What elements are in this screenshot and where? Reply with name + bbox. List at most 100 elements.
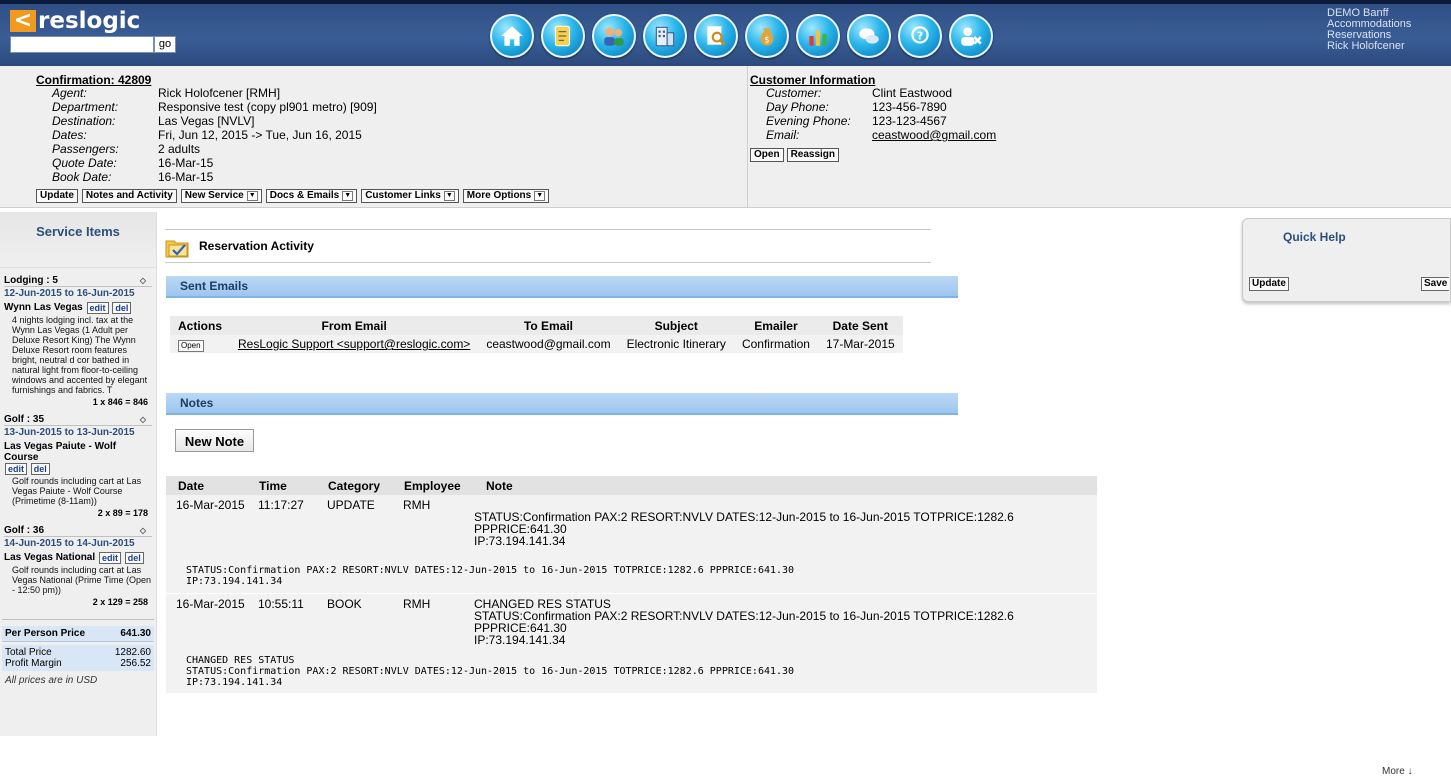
profit-margin-row: Profit Margin 256.52 [5,658,151,669]
more-options-dropdown[interactable]: More Options ▼ [462,189,550,203]
notes-activity-button[interactable]: Notes and Activity [81,189,177,203]
note-text: CHANGED RES STATUS STATUS:Confirmation P… [474,598,1097,646]
service-item-header[interactable]: Lodging : 5 ◇ [4,274,152,287]
column-header: To Email [478,316,619,335]
note-detail: CHANGED RES STATUS STATUS:Confirmation P… [166,655,1097,688]
collapse-icon[interactable]: ◇ [140,276,146,285]
reassign-button[interactable]: Reassign [786,148,840,162]
open-customer-button[interactable]: Open [750,148,784,162]
customer-panel: Customer Information Customer: Clint East… [748,66,1451,208]
customer-details: Customer: Clint Eastwood Day Phone: 123-45… [766,86,996,142]
del-button[interactable]: del [30,463,50,475]
quick-help-save-button[interactable]: Save [1421,277,1450,291]
edit-button[interactable]: edit [5,463,28,475]
table-row: 16-Mar-2015 10:55:11 BOOK RMH CHANGED RE… [166,598,1097,646]
note-detail-line: IP:73.194.141.34 [186,576,283,587]
chat-icon[interactable] [847,14,891,58]
new-service-dropdown[interactable]: New Service ▼ [180,189,262,203]
confirmation-toolbar: Update Notes and Activity New Service ▼ D… [36,189,550,203]
detail-dates: Dates: Fri, Jun 12, 2015 -> Tue, Jun 16, … [52,128,377,142]
service-item: Golf : 36 ◇ 14-Jun-2015 to 14-Jun-2015 L… [0,524,156,607]
notes-section-header: Notes [166,393,958,415]
customer-links-dropdown[interactable]: Customer Links ▼ [361,189,459,203]
detail-label: Dates: [52,128,87,142]
confirmation-title: Confirmation: 42809 [36,73,152,87]
margin-label: Profit Margin [5,658,62,669]
note-line: IP:73.194.141.34 [474,534,566,548]
money-icon[interactable]: $ [745,14,789,58]
del-button[interactable]: del [124,552,144,564]
chevron-down-icon: ▼ [246,191,258,201]
home-icon[interactable] [490,14,534,58]
logout-icon[interactable] [949,14,993,58]
service-item-description: Golf rounds including cart at Las Vegas … [12,476,142,506]
quick-help-update-button[interactable]: Update [1249,277,1289,291]
service-item-dates: 13-Jun-2015 to 13-Jun-2015 [4,427,135,438]
docs-emails-dropdown[interactable]: Docs & Emails ▼ [265,189,358,203]
notes-table: Date Time Category Employee Note 16-Mar-… [166,476,1097,693]
detail-value: Clint Eastwood [872,86,953,100]
column-header: Date Sent [817,316,903,335]
column-header: Category [328,478,381,493]
confirmation-details: Agent: Rick Holofcener [RMH] Department: R… [52,86,377,184]
email-row: Email: ceastwood@gmail.com [766,128,996,142]
column-header: From Email [230,316,479,335]
detail-label: Department: [52,100,119,114]
reports-icon[interactable] [796,14,840,58]
detail-label: Customer: [766,86,822,100]
service-item-name: Las Vegas Paiute - Wolf Course [4,441,117,463]
suppliers-icon[interactable] [643,14,687,58]
detail-label: Day Phone: [766,100,829,114]
reslogic-logo[interactable]: < reslogic [10,8,140,34]
logo-mark-icon: < [10,10,36,32]
del-button[interactable]: del [112,302,132,314]
service-item-price: 2 x 89 = 178 [97,508,148,518]
open-email-button[interactable]: Open [178,339,204,352]
detail-label: Quote Date: [52,156,117,170]
service-item-type: Lodging : 5 [4,274,58,286]
total-value: 1282.60 [114,647,151,658]
note-time: 10:55:11 [258,597,304,611]
service-item-header[interactable]: Golf : 35 ◇ [4,413,152,426]
detail-label: Evening Phone: [766,114,851,128]
collapse-icon[interactable]: ◇ [140,415,146,424]
service-item-name-row: Wynn Las Vegas edit del [4,302,152,314]
edit-button[interactable]: edit [86,302,109,314]
collapse-icon[interactable]: ◇ [140,526,146,535]
service-item: Golf : 35 ◇ 13-Jun-2015 to 13-Jun-2015 L… [0,413,156,518]
notes-icon[interactable] [541,14,585,58]
confirmation-panel: Confirmation: 42809 Agent: Rick Holofcene… [0,66,748,208]
svg-text:?: ? [917,29,923,42]
from-email-link[interactable]: ResLogic Support <support@reslogic.com> [238,337,470,351]
service-item-dates: 14-Jun-2015 to 14-Jun-2015 [4,538,135,549]
detail-destination: Destination: Las Vegas [NVLV] [52,114,377,128]
service-item-price: 1 x 846 = 846 [92,397,148,407]
search-icon[interactable] [694,14,738,58]
go-button[interactable]: go [154,36,176,53]
detail-label: Destination: [52,114,116,128]
customers-icon[interactable] [592,14,636,58]
note-detail-line: IP:73.194.141.34 [186,677,283,688]
help-icon[interactable]: ? [898,14,942,58]
table-row: Open ResLogic Support <support@reslogic.… [170,335,903,353]
header-search-input[interactable] [10,36,154,53]
update-button[interactable]: Update [36,189,78,203]
user-context: DEMO Banff Accommodations Reservations R… [1327,8,1447,52]
day-phone-row: Day Phone: 123-456-7890 [766,100,996,114]
customer-email-link[interactable]: ceastwood@gmail.com [872,128,996,142]
docs-emails-label: Docs & Emails [269,190,340,201]
new-note-button[interactable]: New Note [175,429,254,452]
service-item-header[interactable]: Golf : 36 ◇ [4,524,152,537]
chevron-down-icon: ▼ [534,191,546,201]
note-employee: RMH [403,597,431,611]
service-item-name: Las Vegas National [4,552,96,563]
chevron-down-icon: ▼ [342,191,354,201]
service-item: Lodging : 5 ◇ 12-Jun-2015 to 16-Jun-2015… [0,274,156,407]
quick-help-panel: Quick Help Update Save [1242,218,1451,302]
service-item-dates: 12-Jun-2015 to 16-Jun-2015 [4,288,135,299]
service-item-type: Golf : 36 [4,524,45,536]
edit-button[interactable]: edit [98,552,121,564]
user-context-line[interactable]: Rick Holofcener [1327,41,1447,52]
customer-actions: Open Reassign [750,148,840,162]
note-detail-line: STATUS:Confirmation PAX:2 RESORT:NVLV DA… [186,565,795,576]
